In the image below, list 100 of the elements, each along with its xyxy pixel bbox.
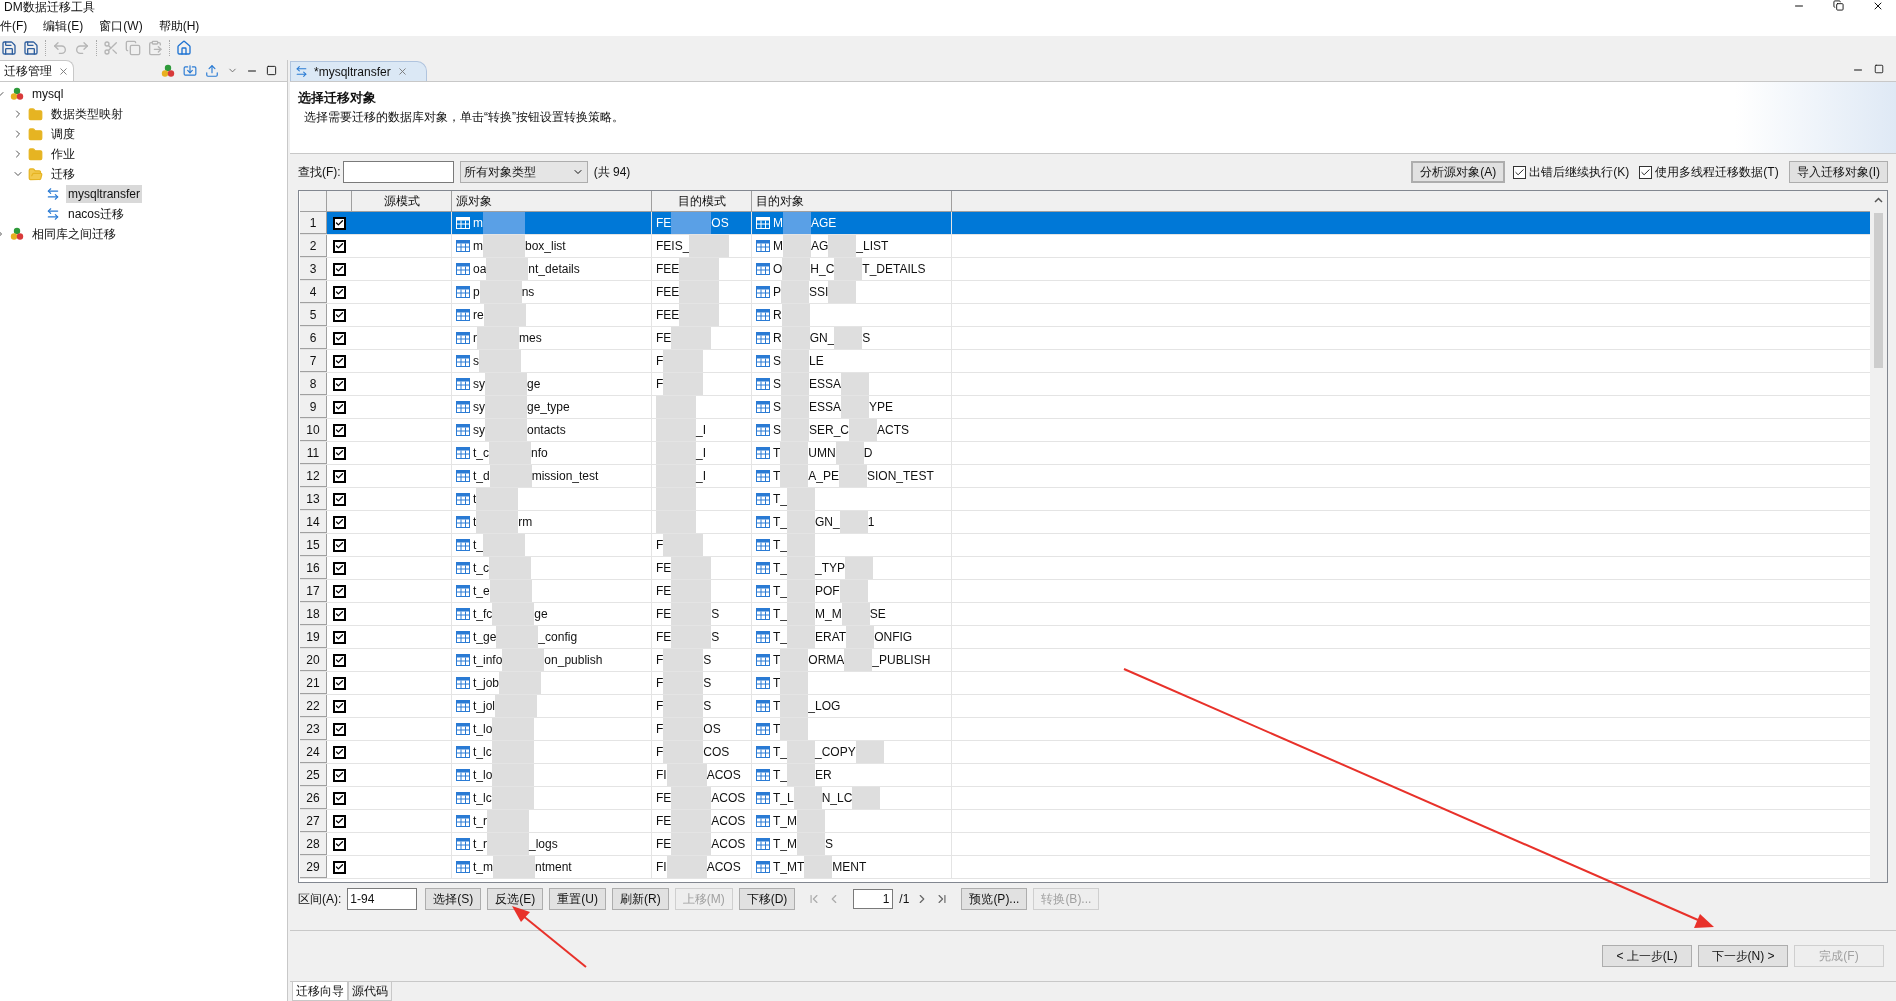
table-row[interactable]: 10 sy ontacts _I S SER_C ACTS — [300, 419, 1870, 442]
table-row[interactable]: 12 t_d mission_test _I T A_PE SION_TEST — [300, 465, 1870, 488]
checkbox[interactable] — [333, 515, 346, 529]
table-row[interactable]: 27 t_r FE ACOS T_M — [300, 810, 1870, 833]
wizard-button[interactable]: 下一步(N) > — [1698, 945, 1788, 967]
menu-item[interactable]: 帮助(H) — [158, 17, 200, 35]
checkbox[interactable] — [333, 768, 346, 782]
menu-item[interactable]: 编辑(E) — [43, 17, 84, 35]
column-header[interactable]: 源模式 — [352, 191, 452, 211]
tree-item[interactable]: nacos迁移 — [66, 205, 127, 223]
menu-item[interactable]: 件(F) — [0, 17, 28, 35]
checkbox[interactable] — [333, 469, 346, 483]
checkbox[interactable] — [1513, 165, 1527, 179]
action-button[interactable]: 选择(S) — [425, 888, 482, 910]
menu-item[interactable]: 窗口(W) — [99, 17, 143, 35]
checkbox[interactable] — [333, 561, 346, 575]
checkbox[interactable] — [333, 607, 346, 621]
table-row[interactable]: 13 t T_ — [300, 488, 1870, 511]
table-row[interactable]: 6 r mes FE R GN_ S — [300, 327, 1870, 350]
tree-item[interactable]: 作业 — [49, 145, 77, 163]
checkbox[interactable] — [333, 423, 346, 437]
table-row[interactable]: 23 t_lo F OS T — [300, 718, 1870, 741]
vertical-scrollbar[interactable] — [1870, 191, 1887, 882]
table-row[interactable]: 3 oa nt_details FEE O H_C T_DETAILS — [300, 258, 1870, 281]
table-row[interactable]: 28 t_r _logs FE ACOS T_M S — [300, 833, 1870, 856]
table-row[interactable]: 8 sy ge F S ESSA — [300, 373, 1870, 396]
table-row[interactable]: 29 t_m ntment FI ACOS T_MT MENT — [300, 856, 1870, 879]
action-button[interactable]: 下移(D) — [738, 888, 796, 910]
tree-item[interactable]: 迁移 — [49, 165, 77, 183]
tree-item[interactable]: mysqltransfer — [66, 185, 143, 203]
table-row[interactable]: 15 t_ F T_ — [300, 534, 1870, 557]
table-row[interactable]: 16 t_c FE T_ _TYP — [300, 557, 1870, 580]
checkbox[interactable] — [333, 630, 346, 644]
checkbox[interactable] — [333, 653, 346, 667]
tree-item[interactable]: 调度 — [49, 125, 77, 143]
bottom-tab[interactable]: 迁移向导 — [292, 982, 348, 1001]
table-row[interactable]: 17 t_e FE T_ POF — [300, 580, 1870, 603]
wizard-button[interactable]: < 上一步(L) — [1602, 945, 1692, 967]
tree-item[interactable]: 相同库之间迁移 — [30, 225, 118, 243]
table-row[interactable]: 22 t_jol F S T _LOG — [300, 695, 1870, 718]
import-button[interactable]: 导入迁移对象(I) — [1788, 161, 1888, 183]
page-field[interactable]: 1 — [853, 889, 894, 909]
analyze-button[interactable]: 分析源对象(A) — [1411, 161, 1506, 183]
restore-icon[interactable] — [1833, 0, 1844, 11]
column-header[interactable]: 目的模式 — [652, 191, 752, 211]
checkbox[interactable] — [333, 216, 346, 230]
checkbox[interactable] — [333, 354, 346, 368]
table-row[interactable]: 26 t_lc FE ACOS T_L N_LC — [300, 787, 1870, 810]
checkbox[interactable] — [333, 308, 346, 322]
checkbox[interactable] — [333, 239, 346, 253]
home-icon[interactable] — [176, 40, 192, 56]
import-icon[interactable] — [183, 63, 197, 78]
checkbox[interactable] — [333, 331, 346, 345]
checkbox[interactable] — [333, 699, 346, 713]
table-row[interactable]: 7 s F S LE — [300, 350, 1870, 373]
table-row[interactable]: 1 m FE OS M AGE — [300, 212, 1870, 235]
action-button[interactable]: 重置(U) — [549, 888, 606, 910]
tree-item[interactable]: 数据类型映射 — [49, 105, 125, 123]
checkbox[interactable] — [333, 676, 346, 690]
close-icon[interactable] — [1872, 0, 1884, 12]
table-row[interactable]: 19 t_ge _config FE S T_ ERAT ONFIG — [300, 626, 1870, 649]
object-type-dropdown[interactable]: 所有对象类型 — [459, 161, 588, 183]
save-icon[interactable] — [1, 40, 17, 56]
table-row[interactable]: 14 t rm T_ GN_ 1 — [300, 511, 1870, 534]
action-button[interactable]: 刷新(R) — [612, 888, 669, 910]
checkbox[interactable] — [333, 446, 346, 460]
maximize-icon[interactable] — [266, 65, 277, 76]
checkbox[interactable] — [333, 377, 346, 391]
tree-item[interactable]: mysql — [30, 85, 66, 103]
checkbox[interactable] — [333, 722, 346, 736]
table-row[interactable]: 4 p ns FEE P SSI — [300, 281, 1870, 304]
table-row[interactable]: 18 t_fc ge FE S T_ M_M SE — [300, 603, 1870, 626]
table-row[interactable]: 21 t_job F S T — [300, 672, 1870, 695]
checkbox[interactable] — [333, 285, 346, 299]
checkbox[interactable] — [333, 745, 346, 759]
checkbox[interactable] — [333, 814, 346, 828]
save-all-icon[interactable] — [23, 40, 39, 56]
action-button[interactable]: 预览(P)... — [961, 888, 1028, 910]
checkbox[interactable] — [333, 492, 346, 506]
export-icon[interactable] — [205, 63, 219, 78]
action-button[interactable]: 反选(E) — [487, 888, 544, 910]
checkbox[interactable] — [1639, 165, 1653, 179]
checkbox[interactable] — [333, 538, 346, 552]
table-row[interactable]: 11 t_c nfo _I T UMN D — [300, 442, 1870, 465]
panel-tab[interactable]: 迁移管理 — [0, 60, 74, 81]
range-field[interactable]: 1-94 — [347, 888, 418, 910]
table-row[interactable]: 20 t_info on_publish F S T ORMA _PUBLISH — [300, 649, 1870, 672]
table-row[interactable]: 24 t_lc F COS T_ _COPY — [300, 741, 1870, 764]
checkbox[interactable] — [333, 400, 346, 414]
column-header[interactable]: 源对象 — [452, 191, 652, 211]
checkbox[interactable] — [333, 584, 346, 598]
table-row[interactable]: 2 m box_list FEIS_ M AG _LIST — [300, 235, 1870, 258]
checkbox[interactable] — [333, 262, 346, 276]
column-header[interactable]: 目的对象 — [752, 191, 952, 211]
checkbox[interactable] — [333, 860, 346, 874]
table-row[interactable]: 5 re FEE R — [300, 304, 1870, 327]
bottom-tab[interactable]: 源代码 — [348, 982, 392, 1001]
table-row[interactable]: 9 sy ge_type S ESSA YPE — [300, 396, 1870, 419]
editor-tab[interactable]: *mysqltransfer — [290, 61, 427, 81]
checkbox[interactable] — [333, 837, 346, 851]
